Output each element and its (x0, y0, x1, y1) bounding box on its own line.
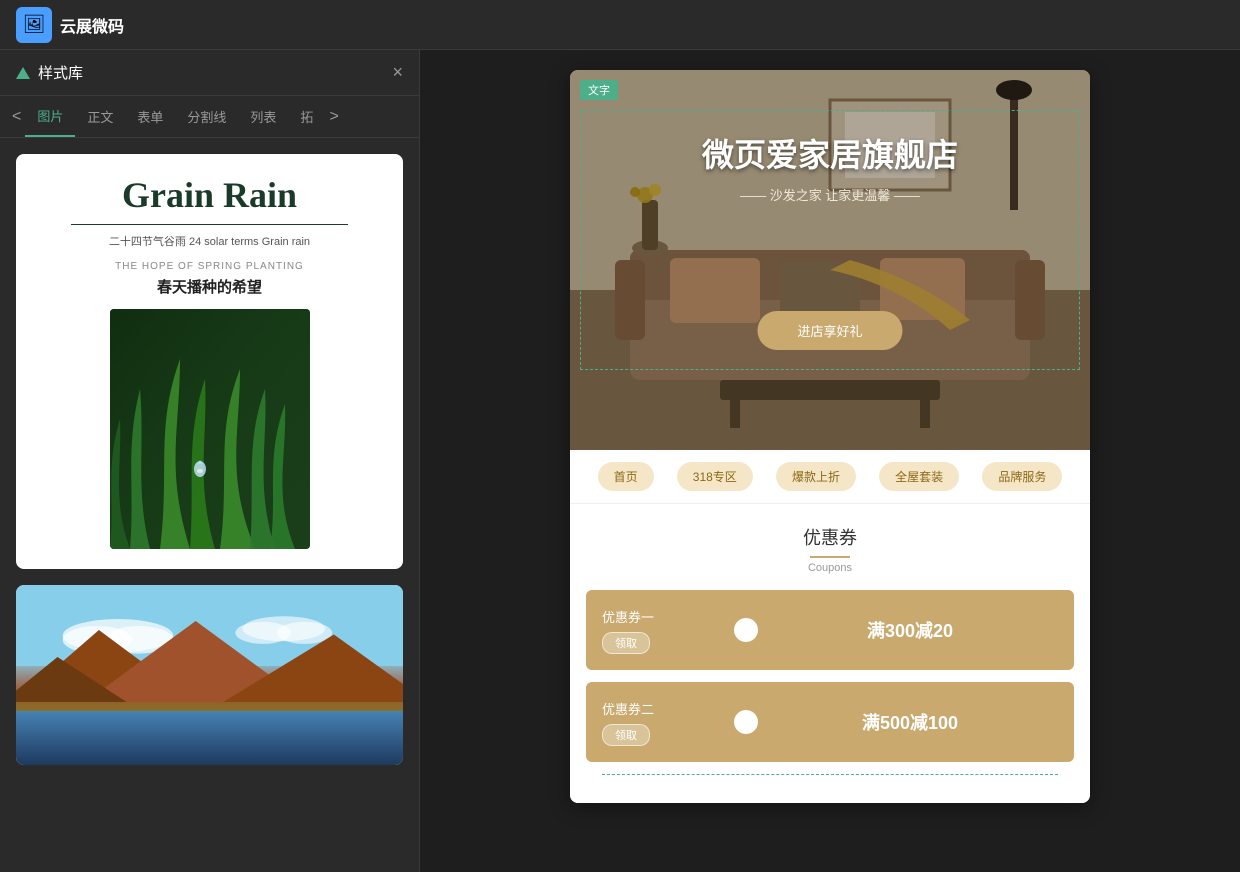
tab-divider[interactable]: 分割线 (175, 97, 238, 136)
coupon-1-collect-button[interactable]: 领取 (602, 632, 650, 654)
grain-rain-image (110, 309, 310, 549)
nav-tab-brand[interactable]: 品牌服务 (982, 462, 1062, 491)
right-panel: 文字 微页爱家居旗舰店 —— 沙发之家 让家更温馨 —— 进店享好礼 首页 31… (420, 50, 1240, 872)
grain-rain-subtitle: 二十四节气谷雨 24 solar terms Grain rain (36, 233, 383, 249)
logo-area: 🖼 云展微码 (16, 7, 124, 43)
coupon-1-amount: 满300减20 (867, 617, 953, 643)
coupon-card-1: 优惠券一 领取 满300减20 (586, 590, 1074, 670)
nav-tab-fullhouse[interactable]: 全屋套装 (879, 462, 959, 491)
panel-header: 样式库 × (0, 50, 419, 96)
main-layout: 样式库 × < 图片 正文 表单 分割线 列表 拓 > Grain Rain 二… (0, 50, 1240, 872)
nav-tabs: 首页 318专区 爆款上折 全屋套装 品牌服务 (570, 450, 1090, 504)
grain-rain-hope-en: THE HOPE OF SPRING PLANTING (36, 261, 383, 272)
coupon-card-2: 优惠券二 领取 满500减100 (586, 682, 1074, 762)
panel-title: 样式库 (16, 62, 83, 83)
coupon-2-right: 满500减100 (746, 682, 1074, 762)
grain-rain-card[interactable]: Grain Rain 二十四节气谷雨 24 solar terms Grain … (16, 154, 403, 569)
grain-rain-hope-cn: 春天播种的希望 (36, 276, 383, 297)
grain-rain-title: Grain Rain (36, 174, 383, 216)
coupon-2-left: 优惠券二 领取 (586, 682, 746, 762)
close-button[interactable]: × (392, 62, 403, 83)
dashed-divider (602, 774, 1058, 775)
coupon-1-name: 优惠券一 (602, 607, 654, 626)
coupon-1-left: 优惠券一 领取 (586, 590, 746, 670)
nav-tab-hot[interactable]: 爆款上折 (776, 462, 856, 491)
hero-subtitle: —— 沙发之家 让家更温馨 —— (570, 185, 1090, 204)
hero-banner: 文字 微页爱家居旗舰店 —— 沙发之家 让家更温馨 —— 进店享好礼 (570, 70, 1090, 450)
coupons-section: 优惠券 Coupons 优惠券一 领取 满300减20 优惠券二 (570, 504, 1090, 803)
nav-tab-home[interactable]: 首页 (598, 462, 654, 491)
tab-bar: < 图片 正文 表单 分割线 列表 拓 > (0, 96, 419, 138)
coupon-1-right: 满300减20 (746, 590, 1074, 670)
tab-images[interactable]: 图片 (25, 96, 75, 137)
tab-prev-button[interactable]: < (8, 100, 25, 134)
text-badge: 文字 (580, 80, 618, 100)
cards-area: Grain Rain 二十四节气谷雨 24 solar terms Grain … (0, 138, 419, 872)
coupons-title: 优惠券 (586, 524, 1074, 558)
tab-expand[interactable]: 拓 (288, 97, 325, 136)
triangle-icon (16, 67, 30, 79)
tab-list[interactable]: 列表 (238, 97, 288, 136)
phone-preview: 文字 微页爱家居旗舰店 —— 沙发之家 让家更温馨 —— 进店享好礼 首页 31… (570, 70, 1090, 803)
coupon-2-collect-button[interactable]: 领取 (602, 724, 650, 746)
coupons-sub: Coupons (586, 562, 1074, 574)
left-panel: 样式库 × < 图片 正文 表单 分割线 列表 拓 > Grain Rain 二… (0, 50, 420, 872)
logo-text: 云展微码 (60, 13, 124, 37)
hero-title: 微页爱家居旗舰店 (570, 130, 1090, 176)
panel-title-text: 样式库 (38, 62, 83, 83)
hero-enter-button[interactable]: 进店享好礼 (757, 311, 902, 350)
tab-next-button[interactable]: > (325, 100, 342, 134)
top-bar: 🖼 云展微码 (0, 0, 1240, 50)
mountain-card[interactable] (16, 585, 403, 765)
tab-form[interactable]: 表单 (125, 97, 175, 136)
mountain-image (16, 585, 403, 765)
grain-rain-line (71, 224, 349, 225)
nav-tab-318[interactable]: 318专区 (677, 462, 753, 491)
tab-text[interactable]: 正文 (75, 97, 125, 136)
mountain-preview-image (16, 585, 403, 765)
logo-icon: 🖼 (16, 7, 52, 43)
coupon-2-name: 优惠券二 (602, 699, 654, 718)
coupon-2-amount: 满500减100 (862, 709, 958, 735)
